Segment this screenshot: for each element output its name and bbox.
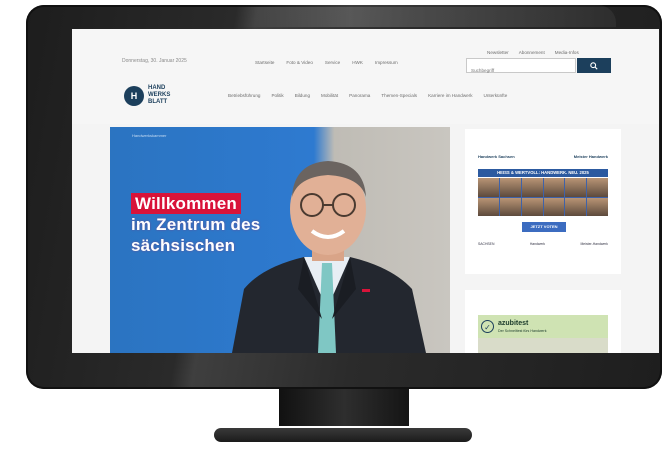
nav-link-hwk[interactable]: HWK (352, 60, 363, 65)
advert-azubitest-content: ✓ azubitest Der Schnelltest fürs Handwer… (478, 315, 608, 353)
search-button[interactable] (577, 58, 611, 73)
advert-azubitest-image (478, 338, 608, 353)
advert-photo (478, 178, 499, 197)
monitor-frame: Donnerstag, 30. Januar 2025 H HAND WERKS… (26, 5, 662, 389)
search-icon (590, 61, 598, 70)
utility-link-abonnement[interactable]: Abonnement (519, 50, 545, 55)
section-link-betriebsfuehrung[interactable]: Betriebsführung (228, 93, 260, 98)
advert-headline: HEISS & WERTVOLL: HANDWERK. NEU. 2025 (478, 169, 608, 177)
advert-photo-grid (478, 178, 608, 216)
section-link-politik[interactable]: Politik (271, 93, 283, 98)
site-header: Donnerstag, 30. Januar 2025 H HAND WERKS… (72, 29, 659, 124)
section-link-panorama[interactable]: Panorama (349, 93, 370, 98)
hero-banner-label: Handwerkskammer (132, 133, 167, 138)
nav-link-startseite[interactable]: Startseite (255, 60, 274, 65)
hero-image[interactable]: Handwerkskammer Willkommen im Zentrum de… (110, 127, 450, 353)
section-link-bildung[interactable]: Bildung (295, 93, 310, 98)
footer-logo: SACHSEN (478, 242, 495, 246)
monitor-stand-base (214, 428, 472, 442)
search-input[interactable] (467, 64, 575, 77)
advert-photo (521, 178, 543, 197)
section-link-mobilitaet[interactable]: Mobilität (321, 93, 338, 98)
vote-button[interactable]: JETZT VOTEN (522, 222, 566, 232)
advert-vote[interactable]: Handwerk Sachsen Meister Handwerk HEISS … (465, 129, 621, 274)
advert-photo (543, 178, 565, 197)
advert-azubitest[interactable]: ✓ azubitest Der Schnelltest fürs Handwer… (465, 290, 621, 353)
advert-photo (543, 197, 565, 216)
search-box (466, 58, 576, 77)
monitor-glare (236, 5, 616, 27)
nav-link-impressum[interactable]: Impressum (375, 60, 398, 65)
advert-photo (587, 178, 608, 197)
advert-logo-left: Handwerk Sachsen (478, 154, 515, 159)
utility-link-media-infos[interactable]: Media-Infos (555, 50, 579, 55)
site-logo[interactable]: H HAND WERKS BLATT (124, 84, 204, 110)
advert-photo (499, 178, 521, 197)
monitor-stand-neck (279, 389, 409, 426)
nav-link-foto-video[interactable]: Foto & Video (286, 60, 312, 65)
advert-azubitest-title: azubitest (498, 320, 529, 327)
logo-wordmark: HAND WERKS BLATT (148, 85, 171, 105)
screen: Donnerstag, 30. Januar 2025 H HAND WERKS… (72, 29, 659, 353)
advert-photo (587, 197, 608, 216)
advert-logo-right: Meister Handwerk (573, 154, 608, 159)
section-link-karriere[interactable]: Karriere im Handwerk (428, 93, 472, 98)
advert-photo (565, 178, 587, 197)
section-link-themen-specials[interactable]: Themen-Specials (381, 93, 417, 98)
current-date: Donnerstag, 30. Januar 2025 (122, 58, 187, 64)
advert-azubitest-subtitle: Der Schnelltest fürs Handwerk (498, 329, 547, 333)
section-link-unterkuenfte[interactable]: Unterkünfte (484, 93, 508, 98)
advert-vote-content: Handwerk Sachsen Meister Handwerk HEISS … (478, 154, 608, 262)
nav-link-service[interactable]: Service (325, 60, 340, 65)
check-icon: ✓ (481, 320, 494, 333)
footer-logo: Meister-Handwerk (580, 242, 608, 246)
logo-mark-icon: H (124, 86, 144, 106)
advert-photo (478, 197, 499, 216)
portrait-person (232, 161, 426, 353)
section-nav: Betriebsführung Politik Bildung Mobilitä… (228, 93, 507, 98)
advert-photo (565, 197, 587, 216)
advert-footer-logos: SACHSEN Handwerk Meister-Handwerk (478, 242, 608, 246)
top-nav: Startseite Foto & Video Service HWK Impr… (255, 60, 398, 65)
advert-photo (499, 197, 521, 216)
advert-photo (521, 197, 543, 216)
utility-nav: Newsletter Abonnement Media-Infos (487, 50, 579, 55)
footer-logo: Handwerk (529, 242, 546, 246)
utility-link-newsletter[interactable]: Newsletter (487, 50, 509, 55)
